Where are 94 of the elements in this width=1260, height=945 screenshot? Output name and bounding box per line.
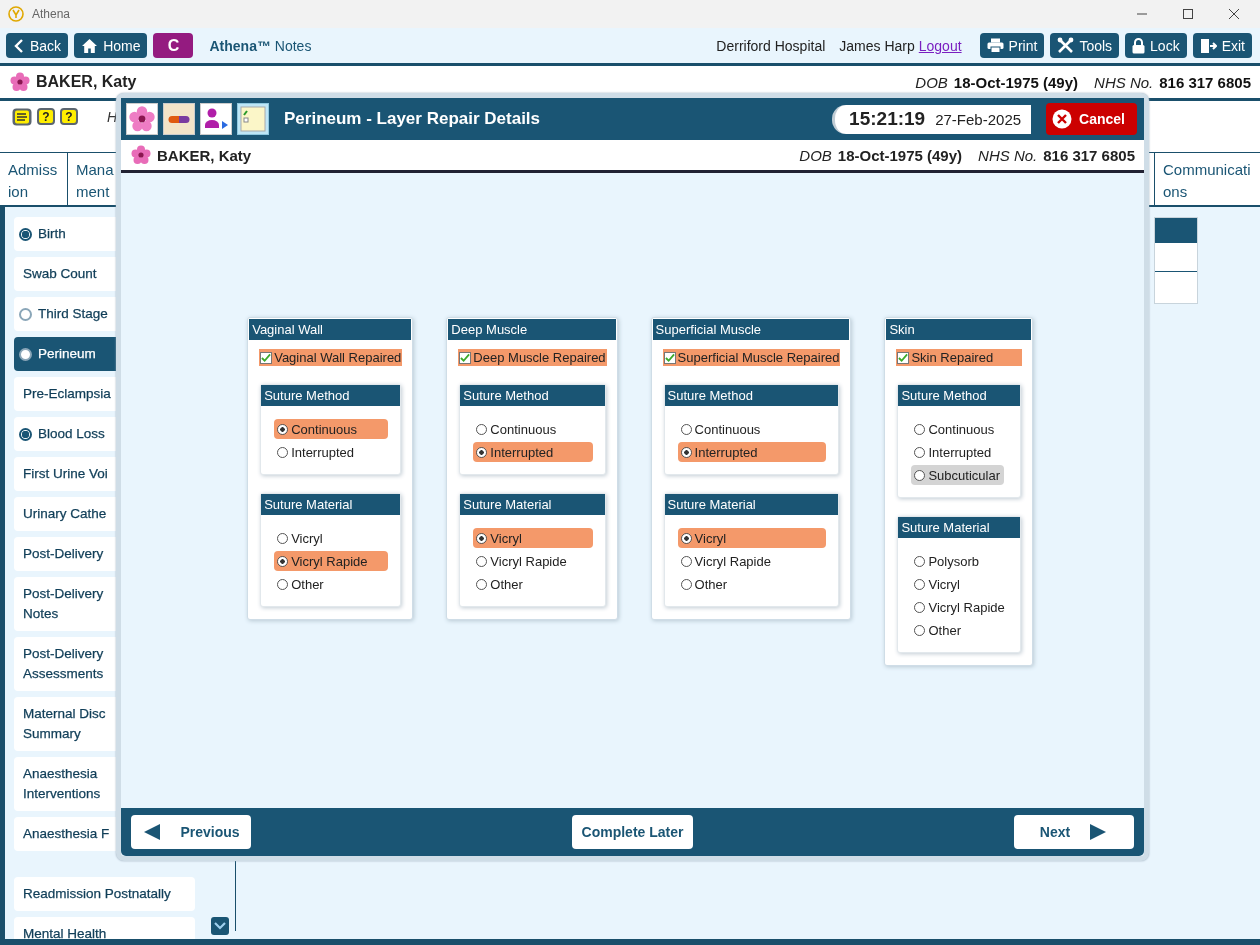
checkbox-icon[interactable] xyxy=(459,351,472,364)
cancel-circle-icon xyxy=(1052,109,1073,129)
dob-label: DOB xyxy=(915,73,948,91)
dob-value: 18-Oct-1975 (49y) xyxy=(837,146,963,164)
c-button[interactable]: C xyxy=(153,33,194,58)
triangle-left-icon xyxy=(142,823,163,841)
repaired-checkbox[interactable]: Vaginal Wall Repaired xyxy=(259,349,403,366)
group-header: Suture Method xyxy=(261,385,401,406)
radio-option[interactable]: Vicryl Rapide xyxy=(274,551,389,571)
group-header: Suture Method xyxy=(664,385,839,406)
cancel-button[interactable]: Cancel xyxy=(1046,103,1137,135)
nhs-value: 816 317 6805 xyxy=(1043,146,1135,164)
radio-option[interactable]: Other xyxy=(911,620,1008,640)
chevron-down-icon xyxy=(214,922,226,930)
exit-door-icon xyxy=(1199,37,1217,54)
close-icon[interactable] xyxy=(1228,8,1240,20)
dialog-title: Perineum - Layer Repair Details xyxy=(284,109,541,129)
question-alert-icon[interactable]: ? xyxy=(60,108,78,125)
padlock-icon xyxy=(1132,37,1146,54)
exit-button[interactable]: Exit xyxy=(1192,33,1252,58)
back-button[interactable]: Back xyxy=(6,33,69,58)
nhs-label: NHS No. xyxy=(1094,73,1154,91)
radio-option[interactable]: Subcuticular xyxy=(911,465,1004,485)
previous-button[interactable]: Previous xyxy=(131,815,251,849)
group-header: Suture Material xyxy=(460,494,605,515)
group-header: Suture Material xyxy=(664,494,839,515)
group-header: Suture Material xyxy=(261,494,401,515)
radio-option[interactable]: Vicryl xyxy=(911,574,1008,594)
sidebar-item[interactable]: Mental Health xyxy=(14,917,195,939)
radio-option[interactable]: Interrupted xyxy=(677,442,827,462)
complete-later-button[interactable]: Complete Later xyxy=(571,815,694,849)
app-name: Athena™ Notes xyxy=(209,37,312,54)
next-button[interactable]: Next xyxy=(1014,815,1134,849)
patient-name: BAKER, Katy xyxy=(157,146,252,164)
window-title: Athena xyxy=(32,7,71,21)
checkbox-icon[interactable] xyxy=(260,351,273,364)
section-header: Deep Muscle xyxy=(448,319,616,340)
hand-alert-icon[interactable] xyxy=(12,108,32,126)
scroll-down-button[interactable] xyxy=(211,917,229,935)
nhs-value: 816 317 6805 xyxy=(1159,73,1251,91)
capsule-icon[interactable] xyxy=(163,103,195,135)
house-icon xyxy=(81,37,99,54)
section-header: Vaginal Wall xyxy=(249,319,412,340)
print-button[interactable]: Print xyxy=(979,33,1045,58)
radio-option[interactable]: Continuous xyxy=(911,419,1008,439)
radio-option[interactable]: Vicryl xyxy=(677,528,827,548)
checkbox-icon[interactable] xyxy=(897,351,910,364)
flower-icon xyxy=(131,145,151,165)
section-header: Skin xyxy=(886,319,1031,340)
user-name: James Harp xyxy=(839,37,915,54)
repaired-checkbox[interactable]: Skin Repaired xyxy=(896,349,1022,366)
flower-icon xyxy=(10,72,30,92)
question-alert-icon[interactable]: ? xyxy=(37,108,55,125)
radio-option[interactable]: Interrupted xyxy=(274,442,389,462)
sidebar-item[interactable]: Readmission Postnatally xyxy=(14,877,195,911)
tools-icon xyxy=(1057,37,1075,54)
section-header: Superficial Muscle xyxy=(652,319,850,340)
maximize-icon[interactable] xyxy=(1182,8,1194,20)
repaired-checkbox[interactable]: Deep Muscle Repaired xyxy=(458,349,607,366)
radio-option[interactable]: Continuous xyxy=(274,419,389,439)
checkbox-icon[interactable] xyxy=(663,351,676,364)
radio-option[interactable]: Vicryl xyxy=(274,528,389,548)
hospital-name: Derriford Hospital xyxy=(716,37,826,54)
radio-option[interactable]: Vicryl xyxy=(473,528,593,548)
tab[interactable]: Communications xyxy=(1154,153,1260,205)
radio-option[interactable]: Other xyxy=(473,574,593,594)
radio-option[interactable]: Vicryl Rapide xyxy=(473,551,593,571)
nhs-label: NHS No. xyxy=(978,146,1038,164)
printer-icon xyxy=(986,38,1004,53)
dob-value: 18-Oct-1975 (49y) xyxy=(953,73,1079,91)
dob-label: DOB xyxy=(799,146,832,164)
logout-link[interactable]: Logout xyxy=(918,37,962,54)
home-button[interactable]: Home xyxy=(74,33,148,58)
flower-icon[interactable] xyxy=(126,103,158,135)
radio-option[interactable]: Polysorb xyxy=(911,551,1008,571)
app-logo-icon xyxy=(8,6,24,22)
tools-button[interactable]: Tools xyxy=(1050,33,1120,58)
radio-option[interactable]: Vicryl Rapide xyxy=(677,551,827,571)
lock-button[interactable]: Lock xyxy=(1125,33,1187,58)
radio-option[interactable]: Other xyxy=(677,574,827,594)
radio-option[interactable]: Other xyxy=(274,574,389,594)
radio-option[interactable]: Interrupted xyxy=(911,442,1008,462)
radio-option[interactable]: Vicryl Rapide xyxy=(911,597,1008,617)
tab[interactable]: Admission xyxy=(0,153,68,205)
group-header: Suture Material xyxy=(898,517,1020,538)
group-header: Suture Method xyxy=(460,385,605,406)
chevron-left-icon xyxy=(13,37,25,54)
patient-name: BAKER, Katy xyxy=(36,73,137,91)
radio-option[interactable]: Interrupted xyxy=(473,442,593,462)
radio-option[interactable]: Continuous xyxy=(677,419,827,439)
radio-option[interactable]: Continuous xyxy=(473,419,593,439)
date-time-display: 15:21:19 27-Feb-2025 xyxy=(832,104,1032,134)
repaired-checkbox[interactable]: Superficial Muscle Repaired xyxy=(662,349,841,366)
group-header: Suture Method xyxy=(898,385,1020,406)
